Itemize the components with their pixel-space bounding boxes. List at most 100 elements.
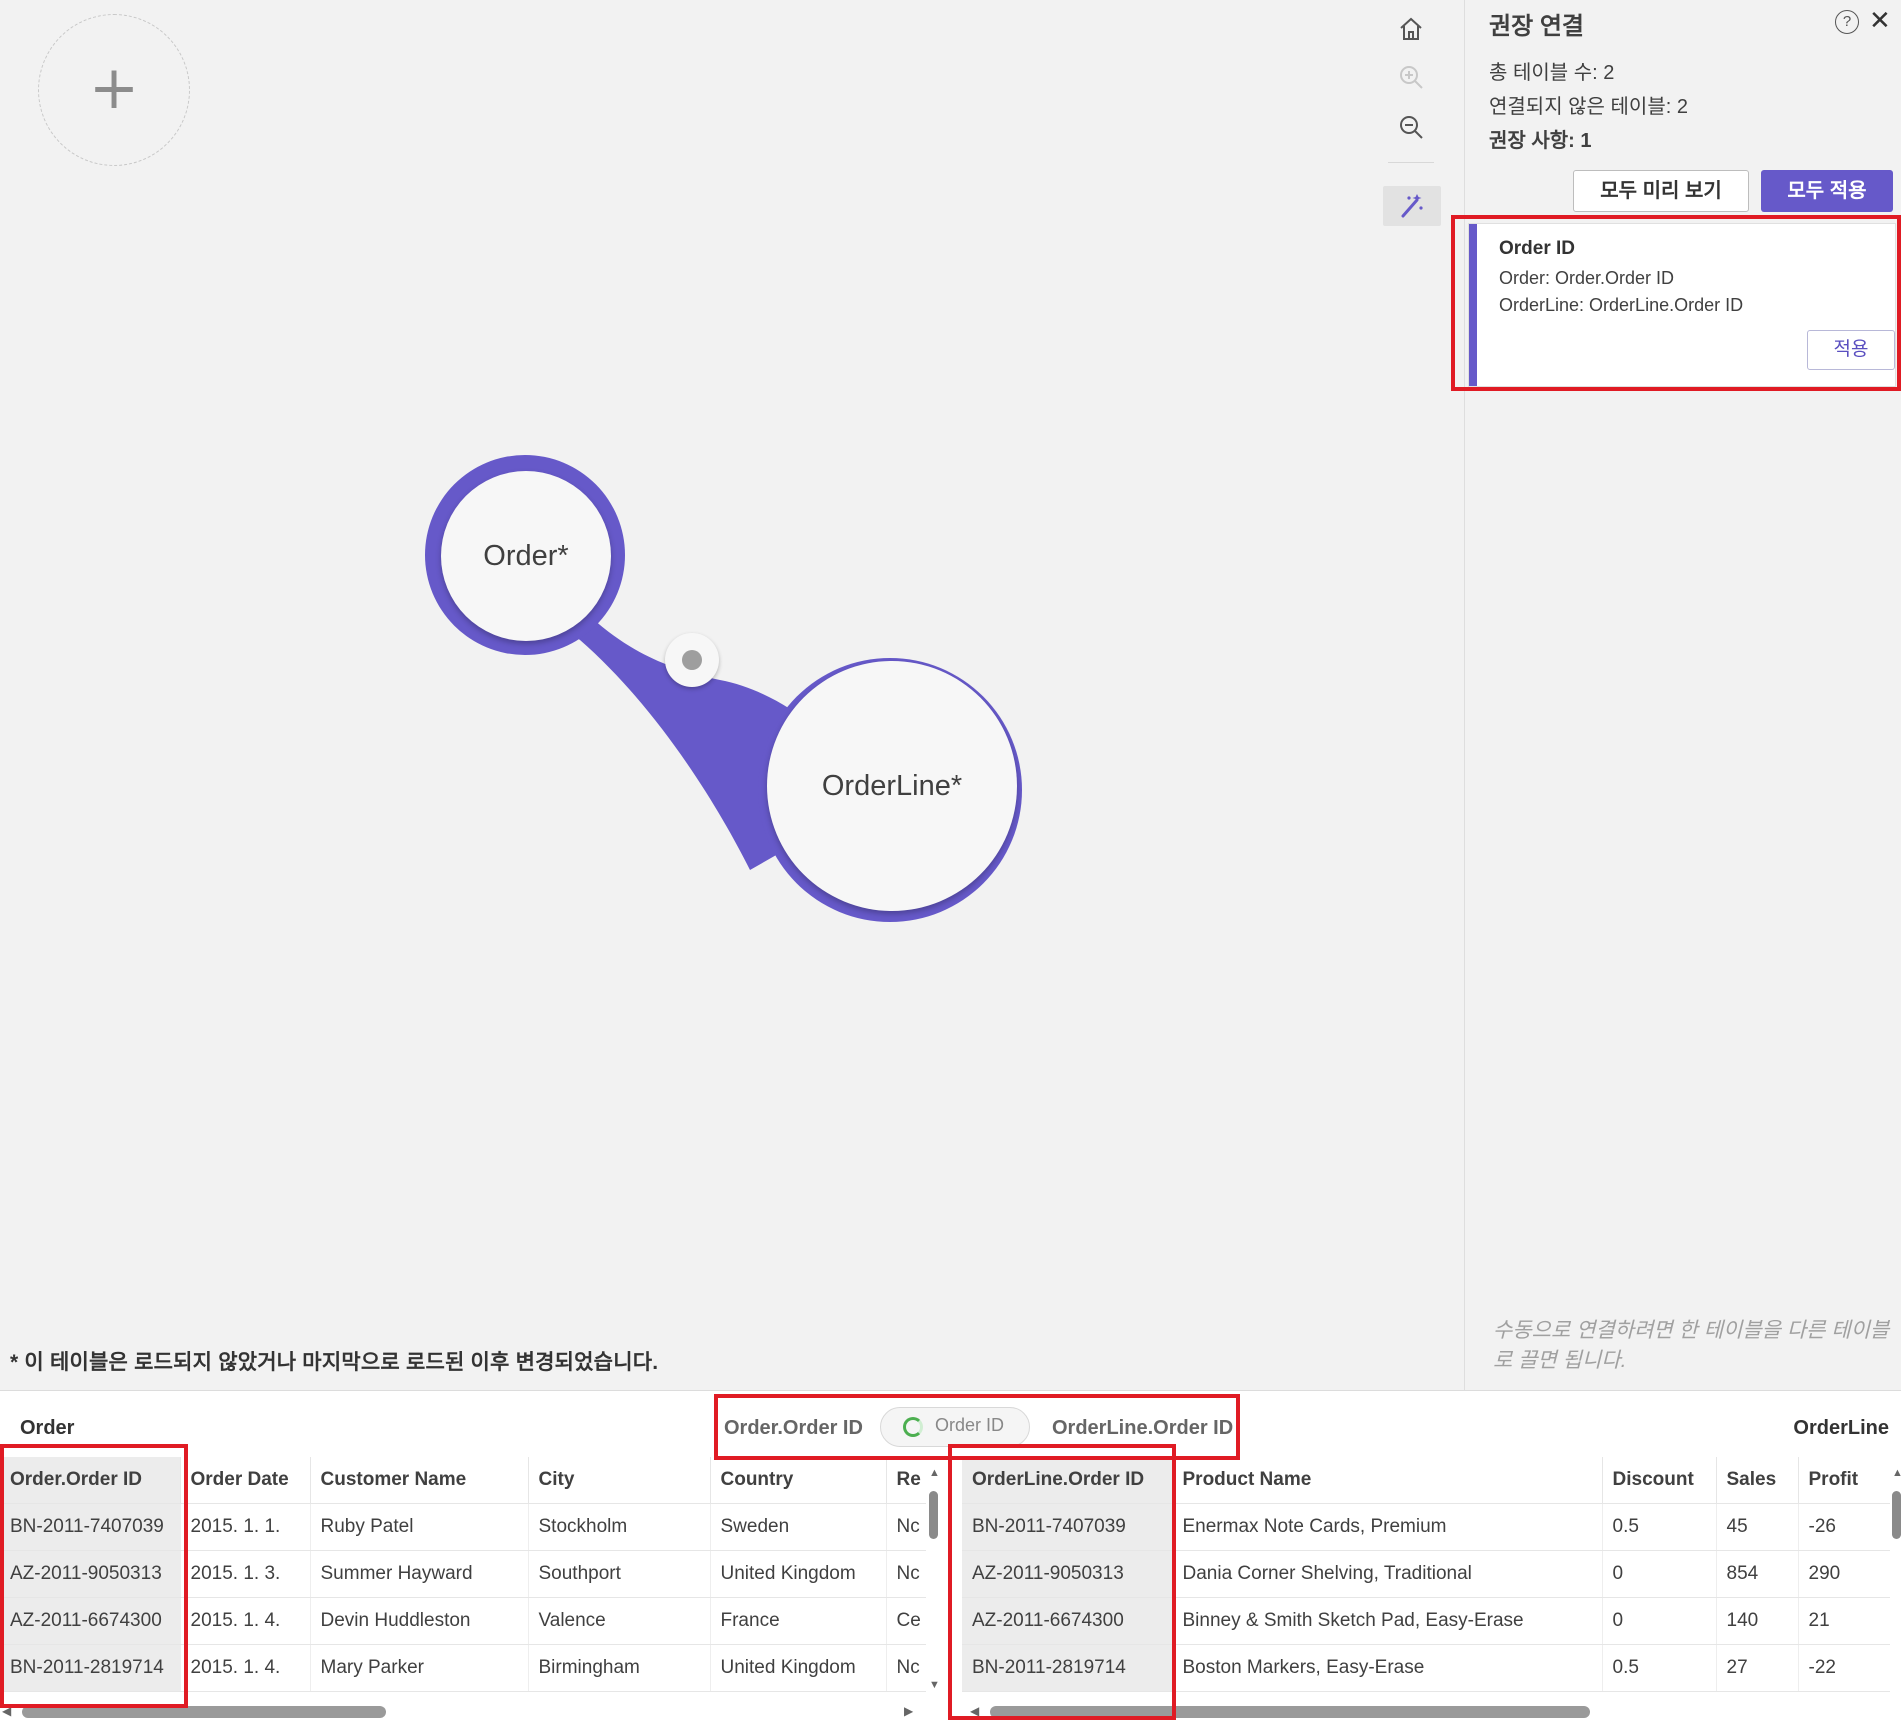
node-label-order: Order* (483, 540, 569, 572)
table-header-row: Order.Order ID Order Date Customer Name … (0, 1457, 926, 1504)
table-cell: AZ-2011-6674300 (962, 1597, 1173, 1645)
right-data-table: OrderLine.Order ID Product Name Discount… (962, 1457, 1890, 1692)
column-header[interactable]: Re (886, 1457, 926, 1504)
card-line-order: Order: Order.Order ID (1499, 268, 1675, 288)
table-cell: Devin Huddleston (310, 1597, 529, 1645)
column-header[interactable]: Customer Name (310, 1457, 529, 1504)
table-cell: Valence (528, 1597, 711, 1645)
table-cell: Boston Markers, Easy-Erase (1172, 1644, 1603, 1692)
right-vertical-scrollbar[interactable]: ▲ (1892, 1467, 1901, 1693)
column-header[interactable]: OrderLine.Order ID (962, 1457, 1173, 1504)
recommended-associations-button[interactable] (1383, 186, 1441, 226)
left-horizontal-scroll-thumb[interactable] (22, 1706, 386, 1718)
table-cell: BN-2011-2819714 (0, 1644, 181, 1692)
stat-recommendations: 권장 사항: 1 (1489, 130, 1592, 152)
column-header[interactable]: Profit (1798, 1457, 1890, 1504)
table-cell: 2015. 1. 4. (180, 1644, 311, 1692)
loading-ring-icon (903, 1417, 923, 1437)
right-horizontal-scroll-thumb[interactable] (990, 1706, 1590, 1718)
table-cell: 854 (1716, 1550, 1799, 1598)
table-cell: Summer Hayward (310, 1550, 529, 1598)
plus-icon: + (88, 53, 140, 123)
column-header[interactable]: Product Name (1172, 1457, 1603, 1504)
table-row: AZ-2011-9050313 2015. 1. 3. Summer Haywa… (0, 1550, 926, 1598)
column-header[interactable]: Discount (1602, 1457, 1717, 1504)
column-header[interactable]: Country (710, 1457, 887, 1504)
association-left-field: Order.Order ID (724, 1417, 863, 1439)
table-cell: United Kingdom (710, 1644, 887, 1692)
node-label-orderline: OrderLine* (821, 770, 963, 802)
table-cell: 45 (1716, 1503, 1799, 1551)
scroll-down-icon[interactable]: ▼ (929, 1679, 940, 1691)
help-icon[interactable]: ? (1835, 10, 1859, 34)
add-data-button[interactable]: + (38, 14, 190, 166)
table-cell: 2015. 1. 1. (180, 1503, 311, 1551)
scroll-right-icon[interactable]: ▶ (904, 1704, 913, 1718)
right-table-viewport[interactable]: OrderLine.Order ID Product Name Discount… (962, 1457, 1890, 1697)
table-row: BN-2011-7407039 Enermax Note Cards, Prem… (962, 1503, 1890, 1551)
column-header[interactable]: Sales (1716, 1457, 1799, 1504)
zoom-out-icon[interactable] (1390, 106, 1432, 148)
table-cell: BN-2011-2819714 (962, 1644, 1173, 1692)
association-dot-icon (682, 650, 702, 670)
scroll-left-icon[interactable]: ◀ (970, 1704, 979, 1718)
scroll-thumb[interactable] (1892, 1491, 1901, 1539)
stat-total-tables: 총 테이블 수: 2 (1489, 62, 1615, 84)
table-row: AZ-2011-6674300 Binney & Smith Sketch Pa… (962, 1597, 1890, 1645)
zoom-in-icon[interactable] (1390, 56, 1432, 98)
unloaded-table-footnote: * 이 테이블은 로드되지 않았거나 마지막으로 로드된 이후 변경되었습니다. (10, 1351, 659, 1374)
apply-all-button[interactable]: 모두 적용 (1761, 170, 1893, 212)
table-cell: Ruby Patel (310, 1503, 529, 1551)
preview-all-button[interactable]: 모두 미리 보기 (1573, 170, 1749, 212)
table-cell: France (710, 1597, 887, 1645)
table-row: AZ-2011-9050313 Dania Corner Shelving, T… (962, 1550, 1890, 1598)
table-cell: 21 (1798, 1597, 1890, 1645)
table-node-orderline[interactable]: OrderLine* (767, 661, 1017, 911)
table-cell: 2015. 1. 3. (180, 1550, 311, 1598)
card-apply-button[interactable]: 적용 (1807, 330, 1895, 370)
column-header[interactable]: Order Date (180, 1457, 311, 1504)
data-model-canvas[interactable]: + Order* OrderLine* * 이 테이블은 로드되지 않았거나 마… (0, 0, 1464, 1390)
table-cell: 0.5 (1602, 1503, 1717, 1551)
home-icon[interactable] (1390, 8, 1432, 50)
table-cell: BN-2011-7407039 (0, 1503, 181, 1551)
table-cell: Dania Corner Shelving, Traditional (1172, 1550, 1603, 1598)
table-cell: Stockholm (528, 1503, 711, 1551)
table-row: BN-2011-2819714 Boston Markers, Easy-Era… (962, 1644, 1890, 1692)
left-table-name: Order (20, 1417, 75, 1439)
scroll-up-icon[interactable]: ▲ (929, 1467, 940, 1479)
table-row: AZ-2011-6674300 2015. 1. 4. Devin Huddle… (0, 1597, 926, 1645)
table-row: BN-2011-7407039 2015. 1. 1. Ruby Patel S… (0, 1503, 926, 1551)
toolbar-divider (1388, 162, 1434, 163)
table-cell: Southport (528, 1550, 711, 1598)
association-key-pill[interactable]: Order ID (880, 1407, 1030, 1447)
table-cell: Birmingham (528, 1644, 711, 1692)
scroll-left-icon[interactable]: ◀ (2, 1704, 11, 1718)
stat-unlinked-tables: 연결되지 않은 테이블: 2 (1489, 96, 1688, 118)
scroll-up-icon[interactable]: ▲ (1892, 1467, 1901, 1479)
table-cell: Binney & Smith Sketch Pad, Easy-Erase (1172, 1597, 1603, 1645)
column-header[interactable]: Order.Order ID (0, 1457, 181, 1504)
magic-wand-icon (1401, 194, 1423, 218)
table-cell: Mary Parker (310, 1644, 529, 1692)
table-cell: 2015. 1. 4. (180, 1597, 311, 1645)
card-line-orderline: OrderLine: OrderLine.Order ID (1499, 295, 1744, 315)
table-cell: -22 (1798, 1644, 1890, 1692)
table-header-row: OrderLine.Order ID Product Name Discount… (962, 1457, 1890, 1504)
table-cell: 0 (1602, 1597, 1717, 1645)
table-cell: Ce (886, 1597, 926, 1645)
table-node-order[interactable]: Order* (441, 471, 611, 641)
left-vertical-scrollbar[interactable]: ▲ ▼ (926, 1467, 940, 1693)
left-data-table: Order.Order ID Order Date Customer Name … (0, 1457, 926, 1692)
close-icon[interactable]: ✕ (1869, 5, 1891, 36)
left-table-viewport[interactable]: Order.Order ID Order Date Customer Name … (0, 1457, 926, 1697)
table-cell: AZ-2011-9050313 (962, 1550, 1173, 1598)
table-cell: Sweden (710, 1503, 887, 1551)
table-cell: AZ-2011-6674300 (0, 1597, 181, 1645)
column-header[interactable]: City (528, 1457, 711, 1504)
association-handle[interactable] (665, 633, 719, 687)
recommendation-card[interactable]: Order ID Order: Order.Order ID OrderLine… (1468, 223, 1896, 387)
card-accent-bar (1469, 224, 1477, 386)
manual-link-hint: 수동으로 연결하려면 한 테이블을 다른 테이블로 끌면 됩니다. (1493, 1319, 1890, 1372)
scroll-thumb[interactable] (929, 1491, 938, 1539)
